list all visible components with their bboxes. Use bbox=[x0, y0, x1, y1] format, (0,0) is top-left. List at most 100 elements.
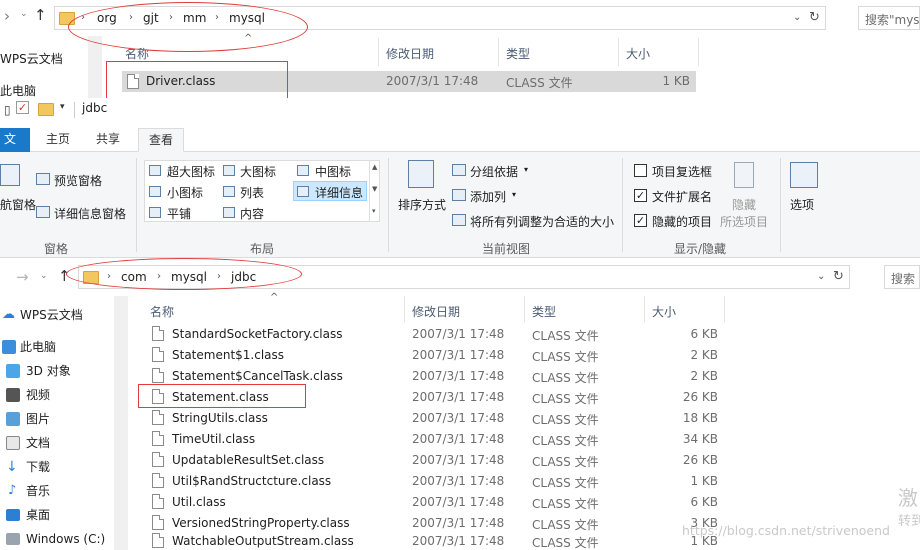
nav-scrollbar[interactable] bbox=[114, 296, 128, 550]
file-extensions-checkbox[interactable]: ✓ bbox=[634, 189, 647, 202]
gallery-more-icon[interactable]: ▾ bbox=[372, 207, 376, 215]
up-arrow-icon[interactable]: ↑ bbox=[34, 6, 47, 24]
layout-details[interactable]: 详细信息 bbox=[315, 184, 363, 201]
file-row[interactable]: Util.class 2007/3/1 17:48 CLASS 文件 6 KB bbox=[146, 492, 726, 513]
tab-share[interactable]: 共享 bbox=[86, 128, 130, 152]
group-separator bbox=[136, 158, 137, 252]
tab-view[interactable]: 查看 bbox=[138, 128, 185, 152]
nav-downloads[interactable]: ↓ 下载 bbox=[0, 456, 110, 478]
nav-pictures[interactable]: 图片 bbox=[0, 408, 110, 430]
nav-documents[interactable]: 文档 bbox=[0, 432, 110, 454]
file-row[interactable]: WatchableOutputStream.class 2007/3/1 17:… bbox=[146, 531, 726, 550]
file-row[interactable]: UpdatableResultSet.class 2007/3/1 17:48 … bbox=[146, 450, 726, 471]
blog-url-watermark: https://blog.csdn.net/strivenoend bbox=[682, 523, 890, 538]
nav-wps-cloud[interactable]: WPS云文档 bbox=[0, 50, 63, 67]
col-divider[interactable] bbox=[378, 38, 379, 66]
col-divider[interactable] bbox=[404, 296, 405, 322]
col-divider[interactable] bbox=[524, 296, 525, 322]
recent-dropdown-icon[interactable]: ⌄ bbox=[20, 9, 28, 19]
scroll-up-icon[interactable]: ▲ bbox=[372, 163, 377, 171]
nav-scrollbar[interactable] bbox=[88, 36, 102, 98]
details-pane-button[interactable]: 详细信息窗格 bbox=[54, 205, 126, 222]
nav-this-pc[interactable]: 此电脑 bbox=[0, 82, 36, 99]
layout-gallery-scroll[interactable]: ▲ ▼ ▾ bbox=[369, 161, 380, 221]
tab-home[interactable]: 主页 bbox=[36, 128, 80, 152]
col-divider[interactable] bbox=[698, 38, 699, 66]
group-by-button[interactable]: 分组依据 bbox=[470, 163, 518, 180]
nav-label: 图片 bbox=[26, 412, 51, 426]
preview-pane-button[interactable]: 预览窗格 bbox=[54, 172, 102, 189]
bottom-search-box[interactable]: 搜索 bbox=[884, 265, 920, 289]
file-row[interactable]: Util$RandStructcture.class 2007/3/1 17:4… bbox=[146, 471, 726, 492]
nav-music[interactable]: ♪ 音乐 bbox=[0, 480, 110, 502]
qat-dropdown-icon[interactable]: ▾ bbox=[60, 102, 65, 112]
fit-columns-button[interactable]: 将所有列调整为合适的大小 bbox=[470, 213, 614, 230]
file-name: Statement$CancelTask.class bbox=[172, 369, 343, 383]
annotation-oval-bottom bbox=[66, 258, 302, 290]
address-dropdown-icon[interactable]: ⌄ bbox=[793, 12, 801, 23]
file-date: 2007/3/1 17:48 bbox=[412, 369, 505, 383]
hide-selected-icon[interactable] bbox=[734, 162, 754, 188]
col-header-type[interactable]: 类型 bbox=[506, 45, 530, 62]
col-divider[interactable] bbox=[498, 38, 499, 66]
nav-wps-cloud[interactable]: ☁ WPS云文档 bbox=[0, 304, 110, 326]
col-header-type[interactable]: 类型 bbox=[532, 303, 556, 320]
file-row[interactable]: TimeUtil.class 2007/3/1 17:48 CLASS 文件 3… bbox=[146, 429, 726, 450]
top-explorer-window: › ⌄ ↑ › org › gjt › mm › mysql ⌄ ↻ 搜索"my… bbox=[0, 0, 920, 101]
tab-file[interactable]: 文件 bbox=[0, 128, 30, 168]
group-by-dropdown-icon[interactable]: ▾ bbox=[524, 165, 528, 174]
file-row[interactable]: StringUtils.class 2007/3/1 17:48 CLASS 文… bbox=[146, 408, 726, 429]
quick-access-icon[interactable]: ▯ bbox=[4, 103, 11, 117]
recent-dropdown-icon[interactable]: ⌄ bbox=[40, 271, 48, 281]
file-type: CLASS 文件 bbox=[506, 76, 573, 90]
file-icon bbox=[152, 410, 164, 425]
layout-extra-large-icons[interactable]: 超大图标 bbox=[167, 163, 215, 180]
forward-arrow-icon[interactable]: › bbox=[4, 7, 10, 25]
picture-icon bbox=[6, 412, 20, 426]
item-checkboxes-checkbox[interactable] bbox=[634, 164, 647, 177]
add-column-dropdown-icon[interactable]: ▾ bbox=[512, 190, 516, 199]
nav-this-pc[interactable]: 此电脑 bbox=[0, 336, 110, 358]
hide-button-label[interactable]: 隐藏 bbox=[732, 196, 756, 213]
layout-content[interactable]: 内容 bbox=[240, 205, 264, 222]
hidden-items-checkbox[interactable]: ✓ bbox=[634, 214, 647, 227]
col-divider[interactable] bbox=[618, 38, 619, 66]
top-search-box[interactable]: 搜索"mys bbox=[858, 6, 920, 30]
refresh-icon[interactable]: ↻ bbox=[833, 269, 844, 284]
col-header-name[interactable]: 名称 bbox=[150, 303, 174, 320]
refresh-icon[interactable]: ↻ bbox=[809, 10, 820, 25]
scroll-down-icon[interactable]: ▼ bbox=[372, 185, 377, 193]
col-header-size[interactable]: 大小 bbox=[626, 45, 650, 62]
nav-pane-label[interactable]: 航窗格 bbox=[0, 196, 36, 213]
col-divider[interactable] bbox=[644, 296, 645, 322]
nav-desktop[interactable]: 桌面 bbox=[0, 504, 110, 526]
nav-windows-c[interactable]: Windows (C:) bbox=[0, 528, 110, 550]
properties-checkbox-icon[interactable]: ✓ bbox=[16, 101, 29, 114]
add-column-button[interactable]: 添加列 bbox=[470, 188, 506, 205]
address-dropdown-icon[interactable]: ⌄ bbox=[817, 271, 825, 282]
options-button[interactable]: 选项 bbox=[790, 196, 814, 213]
file-row[interactable]: Statement$1.class 2007/3/1 17:48 CLASS 文… bbox=[146, 345, 726, 366]
file-row[interactable]: StandardSocketFactory.class 2007/3/1 17:… bbox=[146, 324, 726, 345]
col-header-size[interactable]: 大小 bbox=[652, 303, 676, 320]
bottom-address-bar-row: → ⌄ ↑ › com › mysql › jdbc ⌄ ↻ 搜索 bbox=[0, 258, 920, 292]
col-header-date[interactable]: 修改日期 bbox=[412, 303, 460, 320]
options-icon[interactable] bbox=[790, 162, 818, 188]
forward-arrow-icon[interactable]: → bbox=[16, 268, 29, 286]
sort-by-button[interactable]: 排序方式 bbox=[398, 196, 446, 213]
file-size: 26 KB bbox=[682, 390, 718, 404]
hide-selected-label[interactable]: 所选项目 bbox=[720, 213, 768, 230]
group-label-pane: 窗格 bbox=[44, 242, 69, 256]
layout-tiles[interactable]: 平铺 bbox=[167, 205, 191, 222]
col-header-date[interactable]: 修改日期 bbox=[386, 45, 434, 62]
col-divider[interactable] bbox=[724, 296, 725, 322]
sort-by-icon[interactable] bbox=[408, 160, 434, 188]
nav-videos[interactable]: 视频 bbox=[0, 384, 110, 406]
layout-large-icons[interactable]: 大图标 bbox=[240, 163, 276, 180]
nav-pane-icon[interactable] bbox=[0, 164, 20, 186]
layout-list[interactable]: 列表 bbox=[240, 184, 264, 201]
layout-small-icons[interactable]: 小图标 bbox=[167, 184, 203, 201]
group-separator bbox=[622, 158, 623, 252]
layout-medium-icons[interactable]: 中图标 bbox=[315, 163, 351, 180]
nav-3d-objects[interactable]: 3D 对象 bbox=[0, 360, 110, 382]
